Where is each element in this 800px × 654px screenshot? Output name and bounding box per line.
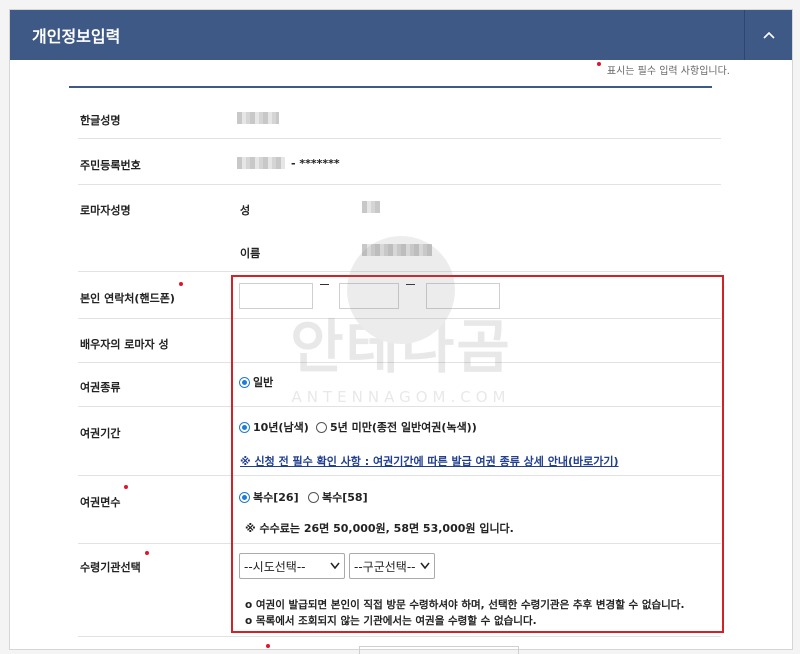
label-name-kr: 한글성명 [80,114,121,127]
select-district[interactable]: --구군선택-- [349,553,435,579]
required-dot-icon [178,282,183,286]
radio-pages-58[interactable]: 복수[58] [308,489,368,505]
required-dot-icon [266,644,270,648]
chevron-down-icon [420,562,430,570]
office-note-2: o 목록에서 조회되지 않는 기관에서는 여권을 수령할 수 없습니다. [245,615,537,627]
chevron-down-icon [330,562,340,570]
masked-given-name [362,244,432,256]
label-given-name: 이름 [240,247,261,260]
required-dot-icon [144,551,149,555]
fee-note: ※ 수수료는 26면 50,000원, 58면 53,000원 입니다. [245,522,514,535]
label-roman-name: 로마자성명 [80,204,131,217]
label-receiving-office: 수령기관선택 [80,551,149,575]
label-surname: 성 [240,204,251,217]
select-city[interactable]: --시도선택-- [239,553,345,579]
phone-dash [320,284,329,285]
label-spouse: 배우자의 로마자 성 [80,338,169,351]
next-row-input[interactable] [359,646,519,654]
phone-input-3[interactable] [426,283,500,309]
label-phone: 본인 연락처(핸드폰) [80,282,183,306]
office-note-1: o 여권이 발급되면 본인이 직접 방문 수령하셔야 하며, 선택한 수령기관은… [245,599,685,611]
masked-name-kr [237,112,279,124]
radio-pages-26[interactable]: 복수[26] [239,489,299,505]
radio-selected-icon [239,492,250,503]
radio-selected-icon [239,422,250,433]
period-guide-link[interactable]: ※ 신청 전 필수 확인 사항 : 여권기간에 따른 발급 여권 종류 상세 안… [240,453,619,469]
label-passport-type: 여권종류 [80,381,121,394]
collapse-button[interactable] [744,10,792,60]
masked-resident-front [237,157,285,169]
resident-no-masked: - ******* [291,157,340,170]
radio-passport-general[interactable]: 일반 [239,374,273,390]
phone-input-2[interactable] [339,283,399,309]
radio-period-10y[interactable]: 10년(남색) [239,419,309,435]
radio-unselected-icon [316,422,327,433]
label-passport-period: 여권기간 [80,427,121,440]
radio-unselected-icon [308,492,319,503]
radio-period-5y[interactable]: 5년 미만(종전 일반여권(녹색)) [316,419,477,435]
phone-input-1[interactable] [239,283,313,309]
panel-header: 개인정보입력 [10,10,792,60]
required-dot-icon [596,62,601,66]
form-table [69,86,712,88]
label-resident-no: 주민등록번호 [80,159,141,172]
phone-dash [406,284,415,285]
label-passport-pages: 여권면수 [80,485,129,510]
panel-title: 개인정보입력 [32,27,121,46]
required-note: 표시는 필수 입력 사항입니다. [596,62,730,77]
chevron-up-icon [762,31,775,39]
radio-selected-icon [239,377,250,388]
masked-surname [362,201,380,213]
